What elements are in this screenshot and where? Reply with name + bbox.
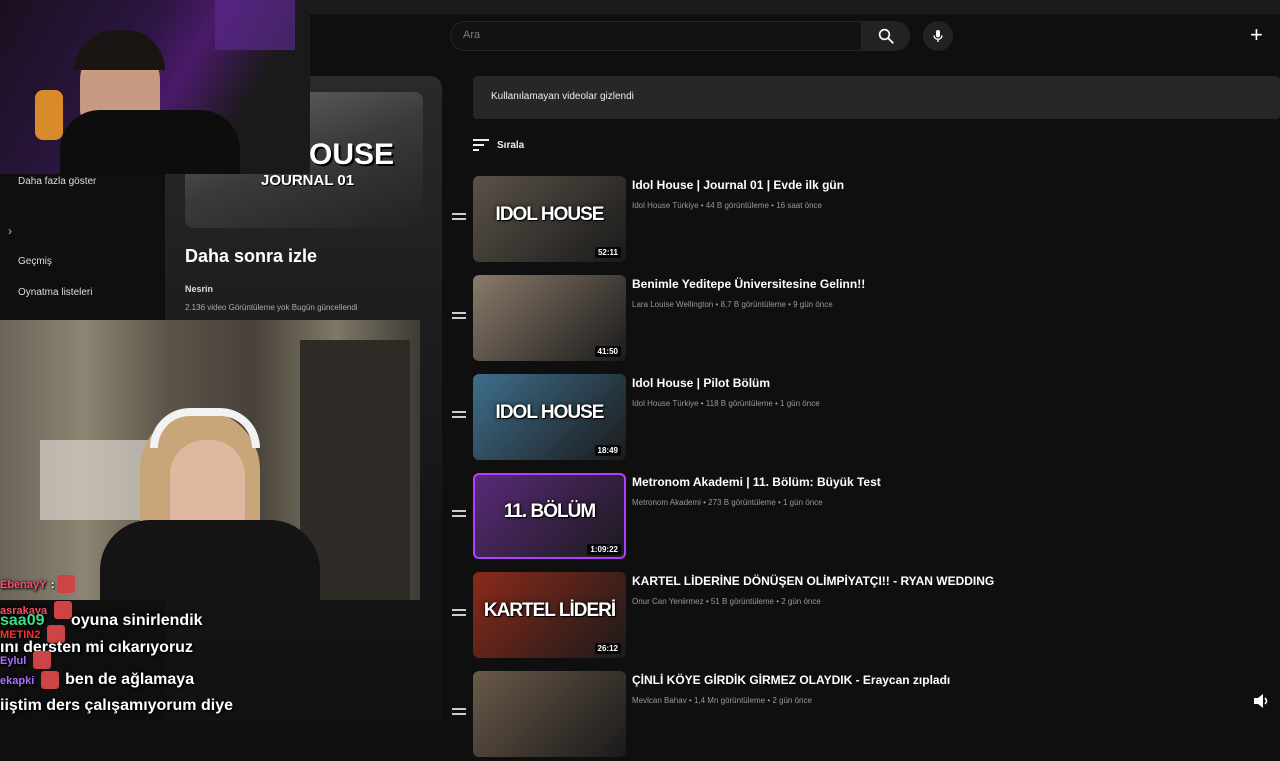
chat-text: oyuna sinirlendik	[70, 612, 203, 629]
video-title[interactable]: Metronom Akademi | 11. Bölüm: Büyük Test	[632, 475, 881, 489]
chat-user: Eylul	[0, 655, 27, 668]
stream-chat: EbenayY : asrakaya saa09 oyuna sinirlend…	[0, 575, 300, 720]
duration-badge: 26:12	[594, 643, 621, 654]
drag-handle-icon[interactable]	[452, 213, 466, 223]
chat-text: ben de ağlamaya	[65, 671, 195, 689]
video-thumbnail[interactable]: 41:50	[473, 275, 626, 361]
drag-handle-icon[interactable]	[452, 708, 466, 718]
chat-line: EbenayY :	[0, 575, 77, 593]
playlist-video-row[interactable]: ÇİNLİ KÖYE GİRDİK GİRMEZ OLAYDIK - Erayc…	[448, 671, 1280, 761]
sidebar-item-history[interactable]: Geçmiş	[18, 256, 52, 267]
playlist-title: Daha sonra izle	[185, 246, 318, 266]
sidebar-item-playlists[interactable]: Oynatma listeleri	[18, 287, 92, 298]
video-meta: Onur Can Yeniirmez • 51 B görüntüleme • …	[632, 597, 821, 606]
search-icon	[878, 28, 894, 44]
video-meta: Idol House Türkiye • 118 B görüntüleme •…	[632, 399, 820, 408]
playlist-video-row[interactable]: IDOL HOUSE 18:49 Idol House | Pilot Bölü…	[448, 374, 1280, 464]
video-title[interactable]: Idol House | Journal 01 | Evde ilk gün	[632, 178, 844, 192]
video-meta: Metronom Akademi • 273 B görüntüleme • 1…	[632, 498, 823, 507]
video-thumbnail[interactable]: IDOL HOUSE 18:49	[473, 374, 626, 460]
chevron-right-icon[interactable]: ›	[8, 224, 12, 238]
drag-handle-icon[interactable]	[452, 411, 466, 421]
duration-badge: 1:09:22	[587, 544, 621, 555]
drag-handle-icon[interactable]	[452, 510, 466, 520]
video-thumbnail[interactable]: IDOL HOUSE 52:11	[473, 176, 626, 262]
video-title[interactable]: Benimle Yeditepe Üniversitesine Gelinn!!	[632, 277, 865, 291]
guest-webcam	[0, 320, 420, 600]
sort-icon	[473, 139, 489, 151]
search-button[interactable]	[862, 21, 910, 51]
drag-handle-icon[interactable]	[452, 312, 466, 322]
video-title[interactable]: ÇİNLİ KÖYE GİRDİK GİRMEZ OLAYDIK - Erayc…	[632, 673, 950, 687]
chat-line: ekapki ben de ağlamaya	[0, 671, 194, 689]
video-meta: Lara Louise Wellington • 8,7 B görüntüle…	[632, 300, 833, 309]
video-title[interactable]: KARTEL LİDERİNE DÖNÜŞEN OLİMPİYATÇI!! - …	[632, 574, 994, 588]
chat-line: iiştim ders çalışamıyorum diye	[0, 697, 233, 715]
voice-search-button[interactable]	[923, 21, 953, 51]
thumb-text: IDOL HOUSE	[495, 402, 605, 423]
emote-icon	[32, 651, 51, 669]
chat-user: ekapki	[0, 675, 35, 688]
video-thumbnail[interactable]	[473, 671, 626, 757]
sort-label: Sırala	[497, 139, 525, 151]
playlist-meta: 2.136 video Görüntüleme yok Bugün güncel…	[185, 303, 358, 312]
browser-top-bar	[310, 0, 1280, 14]
video-meta: Mevlcan Bahav • 1,4 Mn görüntüleme • 2 g…	[632, 696, 812, 705]
duration-badge: 18:49	[594, 445, 621, 456]
thumb-text: 11. BÖLÜM	[503, 501, 596, 522]
notice-text: Kullanılamayan videolar gizlendi	[491, 91, 634, 102]
playlist-video-row[interactable]: 11. BÖLÜM 1:09:22 Metronom Akademi | 11.…	[448, 473, 1280, 563]
plus-icon[interactable]: +	[1250, 24, 1263, 46]
duration-badge: 41:50	[594, 346, 621, 357]
drag-handle-icon[interactable]	[452, 609, 466, 619]
volume-icon[interactable]	[1254, 694, 1270, 713]
streamer-webcam	[0, 0, 310, 174]
chat-user: EbenayY	[0, 579, 47, 592]
playlist-video-row[interactable]: 41:50 Benimle Yeditepe Üniversitesine Ge…	[448, 275, 1280, 365]
mic-icon	[933, 30, 943, 42]
video-thumbnail[interactable]: 11. BÖLÜM 1:09:22	[473, 473, 626, 559]
playlist-video-row[interactable]: IDOL HOUSE 52:11 Idol House | Journal 01…	[448, 176, 1280, 266]
playlist-thumb-subtext: JOURNAL 01	[261, 172, 355, 189]
search-placeholder: Ara	[463, 29, 481, 41]
chat-line: Eylul	[0, 651, 53, 669]
video-title[interactable]: Idol House | Pilot Bölüm	[632, 376, 770, 390]
video-meta: Idol House Türkiye • 44 B görüntüleme • …	[632, 201, 823, 210]
emote-icon	[56, 575, 75, 593]
thumb-text: IDOL HOUSE	[495, 204, 605, 225]
video-thumbnail[interactable]: KARTEL LİDERİ 26:12	[473, 572, 626, 658]
duration-badge: 52:11	[594, 247, 621, 258]
sort-button[interactable]: Sırala	[473, 139, 524, 151]
playlist-video-row[interactable]: KARTEL LİDERİ 26:12 KARTEL LİDERİNE DÖNÜ…	[448, 572, 1280, 662]
sidebar-show-more[interactable]: Daha fazla göster	[18, 176, 96, 187]
emote-icon	[40, 671, 59, 689]
search-input[interactable]	[450, 21, 862, 51]
playlist-thumb-text: OUSE	[309, 138, 395, 171]
chat-text: iiştim ders çalışamıyorum diye	[0, 697, 233, 714]
playlist-owner[interactable]: Nesrin	[185, 284, 213, 294]
thumb-text: KARTEL LİDERİ	[483, 600, 616, 621]
